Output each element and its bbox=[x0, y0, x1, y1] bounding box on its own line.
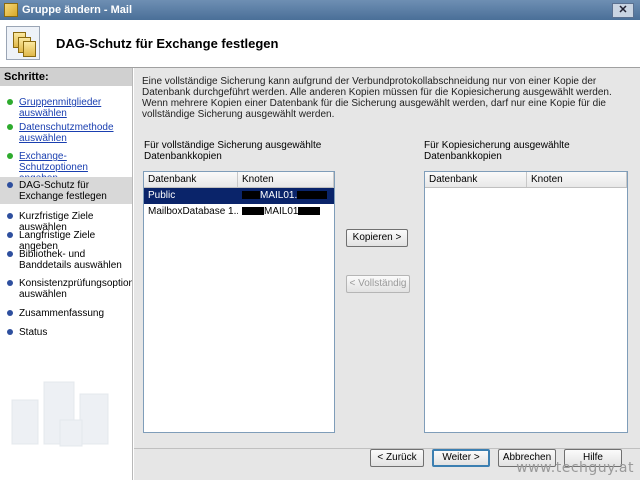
step-konsistenzpruefung: Konsistenzprüfungsoptionen auswählen bbox=[0, 278, 133, 300]
step-current-icon bbox=[7, 182, 13, 188]
full-backup-list[interactable]: Datenbank Knoten Public MAIL01. MailboxD… bbox=[143, 171, 335, 433]
copy-icon bbox=[6, 26, 40, 60]
column-database[interactable]: Datenbank bbox=[144, 172, 238, 187]
column-node[interactable]: Knoten bbox=[238, 172, 334, 187]
description-text: Eine vollständige Sicherung kann aufgrun… bbox=[142, 76, 612, 120]
column-database[interactable]: Datenbank bbox=[425, 172, 527, 187]
wizard-header: DAG-Schutz für Exchange festlegen bbox=[0, 20, 640, 68]
step-pending-icon bbox=[7, 213, 13, 219]
table-row[interactable]: Public MAIL01. bbox=[144, 188, 334, 204]
column-node[interactable]: Knoten bbox=[527, 172, 627, 187]
copy-backup-label: Für Kopiesicherung ausgewählte Datenbank… bbox=[424, 140, 570, 162]
redaction-mark bbox=[242, 191, 260, 200]
step-zusammenfassung: Zusammenfassung bbox=[0, 308, 132, 319]
step-pending-icon bbox=[7, 232, 13, 238]
step-pending-icon bbox=[7, 329, 13, 335]
cell-database: Public bbox=[148, 190, 176, 201]
step-done-icon bbox=[7, 99, 13, 105]
page-title: DAG-Schutz für Exchange festlegen bbox=[56, 36, 279, 51]
step-datenschutzmethode[interactable]: Datenschutzmethode auswählen bbox=[0, 122, 132, 144]
step-pending-icon bbox=[7, 310, 13, 316]
main-panel: Eine vollständige Sicherung kann aufgrun… bbox=[134, 68, 640, 448]
step-done-icon bbox=[7, 124, 13, 130]
redaction-mark bbox=[297, 191, 328, 200]
step-label: Status bbox=[19, 327, 48, 338]
step-label: Bibliothek- und Banddetails auswählen bbox=[19, 249, 122, 271]
copy-button[interactable]: Kopieren > bbox=[346, 229, 408, 247]
back-button[interactable]: < Zurück bbox=[370, 449, 424, 467]
copy-backup-list[interactable]: Datenbank Knoten bbox=[424, 171, 628, 433]
step-label: Konsistenzprüfungsoptionen auswählen bbox=[19, 278, 133, 300]
window-title: Gruppe ändern - Mail bbox=[22, 4, 133, 16]
step-label: Gruppenmitglieder auswählen bbox=[19, 97, 102, 119]
redaction-mark bbox=[242, 207, 264, 216]
steps-sidebar: Schritte: Gruppenmitglieder auswählen Da… bbox=[0, 68, 133, 480]
steps-title: Schritte: bbox=[0, 68, 132, 86]
step-pending-icon bbox=[7, 251, 13, 257]
cell-node: MAIL01. bbox=[238, 188, 334, 204]
watermark: www.techguy.at bbox=[516, 460, 634, 476]
app-icon bbox=[4, 3, 18, 17]
cell-database: MailboxDatabase 1... bbox=[148, 206, 238, 217]
step-pending-icon bbox=[7, 280, 13, 286]
step-done-icon bbox=[7, 153, 13, 159]
step-status: Status bbox=[0, 327, 132, 338]
server-watermark-icon bbox=[11, 381, 109, 447]
next-button[interactable]: Weiter > bbox=[432, 449, 490, 467]
step-label: Datenschutzmethode auswählen bbox=[19, 122, 114, 144]
table-row[interactable]: MailboxDatabase 1... MAIL01 bbox=[144, 204, 334, 220]
close-icon[interactable]: ✕ bbox=[612, 3, 634, 18]
cell-node: MAIL01 bbox=[238, 204, 334, 220]
window-titlebar: Gruppe ändern - Mail ✕ bbox=[0, 0, 640, 20]
list-header: Datenbank Knoten bbox=[144, 172, 334, 188]
full-backup-label: Für vollständige Sicherung ausgewählte D… bbox=[144, 140, 322, 162]
step-dag-schutz: DAG-Schutz für Exchange festlegen bbox=[0, 177, 132, 204]
step-bibliothek-banddetails: Bibliothek- und Banddetails auswählen bbox=[0, 249, 132, 271]
step-gruppenmitglieder[interactable]: Gruppenmitglieder auswählen bbox=[0, 97, 132, 119]
redaction-mark bbox=[298, 207, 321, 216]
step-label: DAG-Schutz für Exchange festlegen bbox=[19, 180, 107, 202]
full-button[interactable]: < Vollständig bbox=[346, 275, 410, 293]
step-label: Zusammenfassung bbox=[19, 308, 105, 319]
list-header: Datenbank Knoten bbox=[425, 172, 627, 188]
